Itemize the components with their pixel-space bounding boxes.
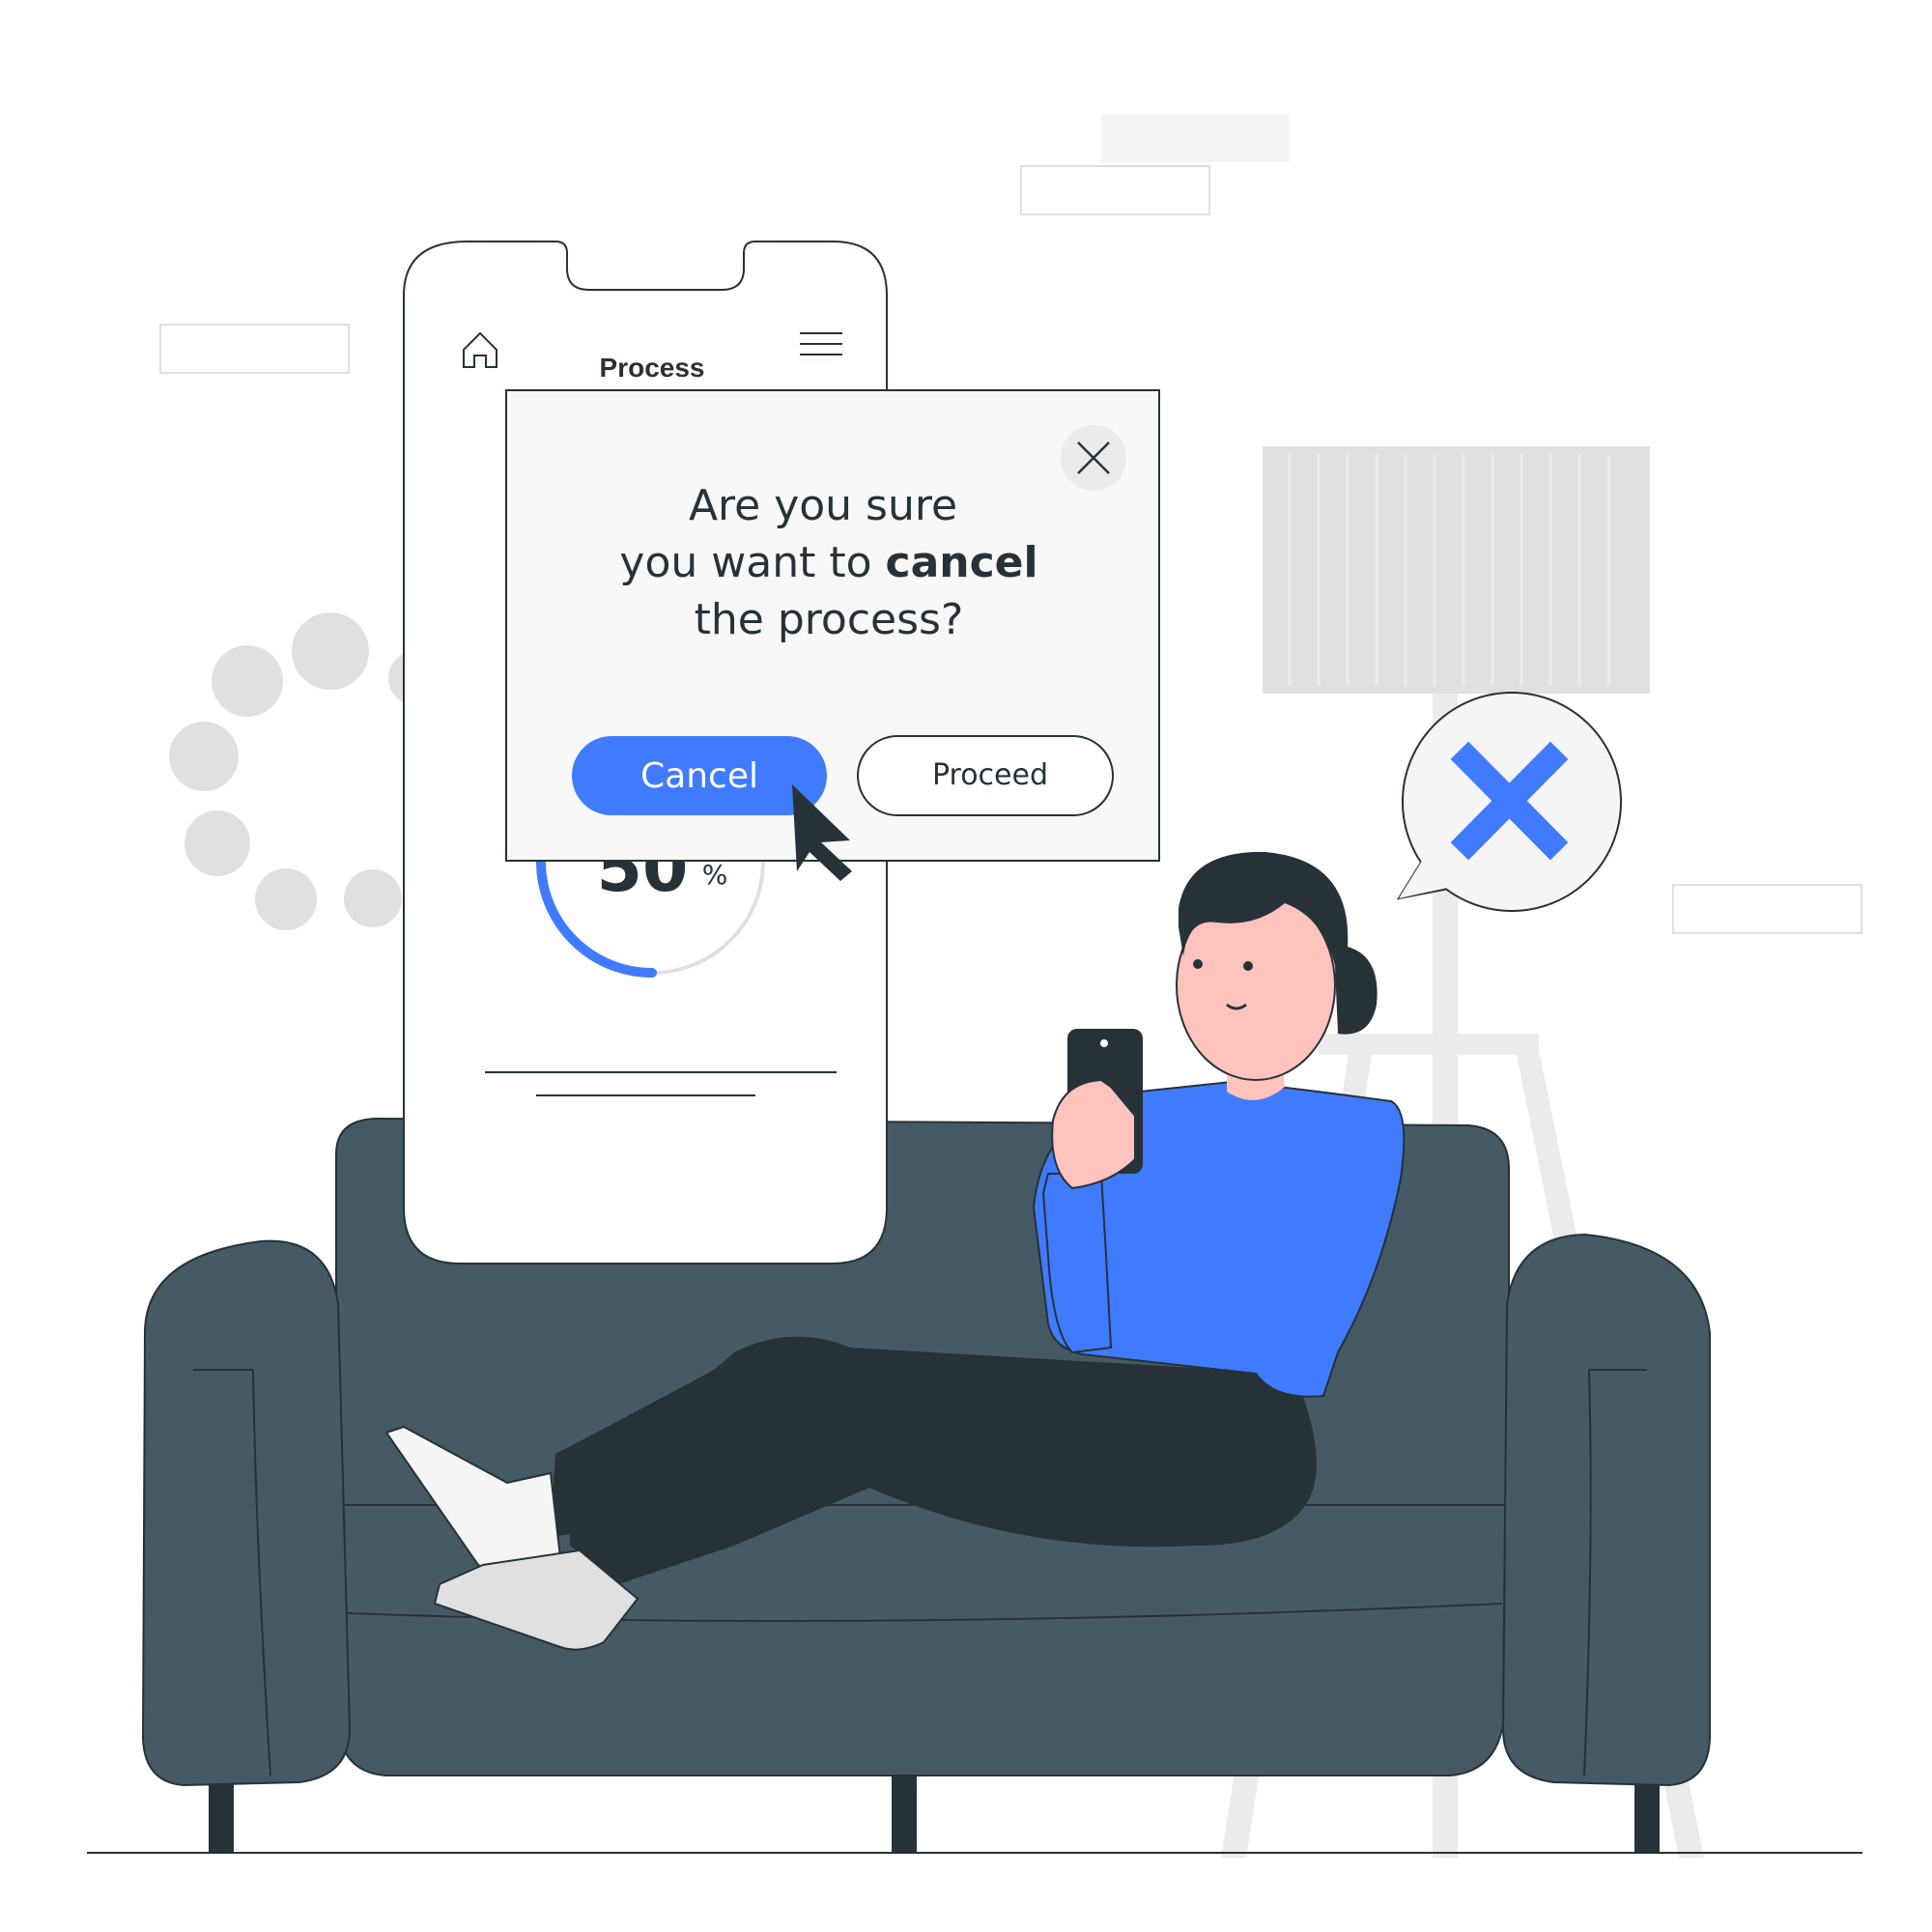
confirm-dialog: Are you sure you want to cancel the proc… [505,389,1160,862]
progress-unit: % [702,859,728,891]
loading-dot [185,810,250,876]
loading-dot [255,868,317,930]
phone-camera [1100,1039,1108,1047]
dialog-message-emphasis: cancel [885,538,1037,587]
dialog-message-line-2: you want to cancel [619,538,1037,587]
lamp-crossbar [1319,1034,1539,1055]
bg-rect-1 [1101,114,1290,162]
bg-rect-2 [1020,165,1210,215]
proceed-button[interactable]: Proceed [857,735,1114,816]
sofa-leg [209,1776,234,1853]
cancel-button[interactable]: Cancel [572,736,827,815]
phone-title: Process [600,353,705,383]
lamp-shade [1263,446,1650,694]
cancel-button-label: Cancel [640,756,758,796]
bg-rect-3 [159,324,350,374]
proceed-button-label: Proceed [932,758,1048,792]
dialog-message-line-3: the process? [695,595,964,644]
sofa-arm-left [141,1239,352,1787]
sofa-leg [1634,1776,1660,1853]
close-button[interactable] [1061,425,1126,491]
eye [1193,959,1203,969]
dialog-message-line-1: Are you sure [689,481,957,530]
loading-dot [212,645,283,717]
bg-rect-4 [1672,884,1862,934]
sofa-arm-right [1501,1233,1711,1787]
eye [1243,961,1253,971]
sofa-leg [892,1776,917,1853]
dialog-message-line-2-prefix: you want to [619,538,885,587]
loading-dot [169,722,239,791]
illustration-scene: Process 50 % Are you sure you want to ca… [87,114,1862,1858]
loading-dot [292,612,369,690]
speech-bubble [1396,692,1622,912]
loading-dot [344,869,402,927]
loading-spinner-dots [169,612,442,930]
